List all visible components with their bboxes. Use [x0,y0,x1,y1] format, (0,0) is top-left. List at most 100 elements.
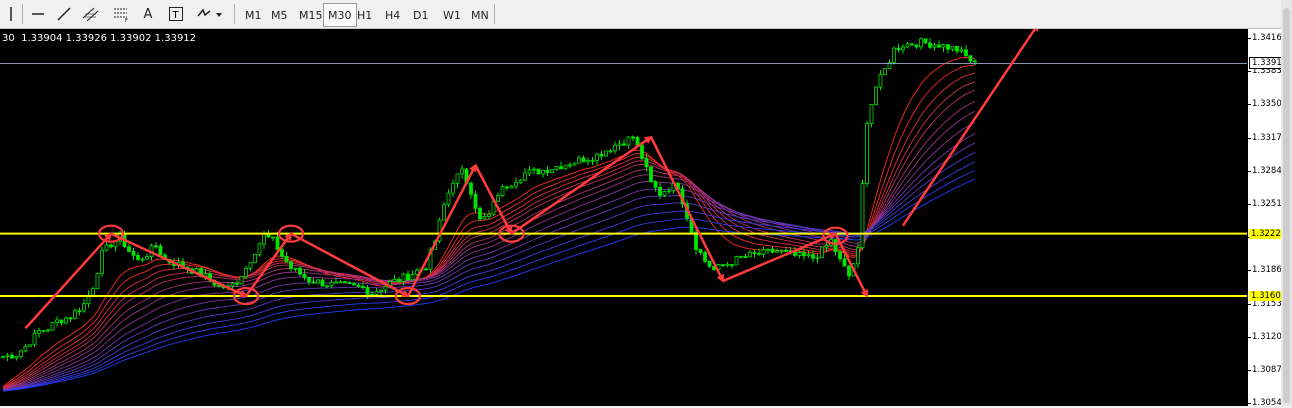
axis-tick-mark [1248,336,1251,338]
candle-body [919,38,923,48]
candle-body [815,257,820,260]
candle-body [383,285,388,291]
candle-body [514,182,518,187]
candle-body [239,276,244,285]
candle-body [406,273,410,281]
candle-body [541,169,545,175]
candle-body [878,73,883,88]
candle-body [59,319,64,324]
candle-body [500,186,505,197]
candle-body [820,246,824,259]
candle-body [581,157,586,163]
candle-body [608,150,613,153]
candle-body [748,252,752,258]
axis-tick-mark [1248,137,1251,139]
candle-body [842,258,847,267]
candle-body [325,285,329,288]
candle-body [95,273,100,290]
candle-body [343,281,347,284]
candle-body [311,281,316,284]
text-label-tool-icon[interactable]: T [166,3,186,25]
timeframe-h4-button[interactable]: H4 [380,3,405,27]
candle-body [338,281,343,284]
candle-body [856,247,860,265]
text-tool-icon[interactable]: A [140,3,156,25]
candle-body [968,55,973,62]
candle-body [743,256,748,258]
candle-body [253,254,257,264]
candle-body [563,164,568,170]
toolbar-separator [22,4,23,24]
candle-body [91,288,95,296]
timeframe-w1-button[interactable]: W1 [438,3,466,27]
ma-line-82 [2,151,976,392]
scrollbar-thumb[interactable] [1283,8,1290,403]
candle-body [770,248,775,253]
candle-body [523,172,527,181]
candle-body [797,251,802,256]
candle-body [442,204,446,221]
ma-line-18 [2,64,976,389]
candle-body [64,317,68,324]
candle-body [923,38,928,44]
candle-body [496,195,500,202]
candle-body [649,166,653,183]
candle-body [959,49,964,52]
candle-body [19,350,23,357]
svg-text:T: T [172,10,180,21]
candle-body [271,236,275,239]
candle-body [361,285,365,288]
candle-body [505,186,509,189]
candle-body [55,319,59,323]
timeframe-m5-button[interactable]: M5 [266,3,293,27]
candle-body [892,47,896,63]
horizontal-line-tool-icon[interactable] [28,3,48,25]
candle-body [883,68,887,75]
candle-body [757,252,761,255]
candle-body [352,283,356,286]
price-chart[interactable]: 30 1.33904 1.33926 1.33902 1.33912 [0,29,1247,406]
candle-body [392,278,397,282]
svg-text:F: F [125,18,128,22]
candle-body [730,264,734,266]
price-axis[interactable]: 1.34165 1.33835 1.33505 1.33175 1.32845 1.325… [1247,29,1291,408]
candle-body [410,274,415,281]
candle-body [586,160,590,163]
candles [1,37,977,361]
candle-body [140,258,145,261]
timeframe-d1-button[interactable]: D1 [408,3,433,27]
axis-tick-mark [1248,71,1251,73]
timeframe-h1-button[interactable]: H1 [352,3,377,27]
equidistant-channel-tool-icon[interactable] [80,3,102,25]
candle-body [320,279,325,287]
arrows-tool-icon[interactable] [194,3,226,25]
candle-body [446,192,451,206]
vertical-scrollbar[interactable] [1281,0,1292,406]
fibonacci-tool-icon[interactable]: F [110,3,132,25]
cursor-tool-icon[interactable] [4,3,18,25]
candle-body [451,182,455,194]
trendline-tool-icon[interactable] [54,3,74,25]
candle-body [154,245,158,248]
candle-body [262,233,266,245]
candle-body [550,169,554,174]
candle-body [964,49,968,57]
candle-body [662,191,667,196]
candle-body [379,289,383,293]
axis-tick-mark [1248,303,1251,305]
candle-body [41,330,46,332]
candle-body [257,243,262,255]
timeframe-mn-button[interactable]: MN [466,3,494,27]
candle-body [455,173,460,184]
candle-body [707,260,712,267]
candle-body [910,43,914,46]
candle-body [604,150,608,157]
candle-body [725,264,730,267]
timeframe-m1-button[interactable]: M1 [240,3,267,27]
candle-body [644,158,649,168]
candle-body [469,182,473,195]
candle-body [613,144,617,152]
candle-body [77,310,82,313]
candle-body [487,213,491,217]
candle-body [698,249,703,253]
